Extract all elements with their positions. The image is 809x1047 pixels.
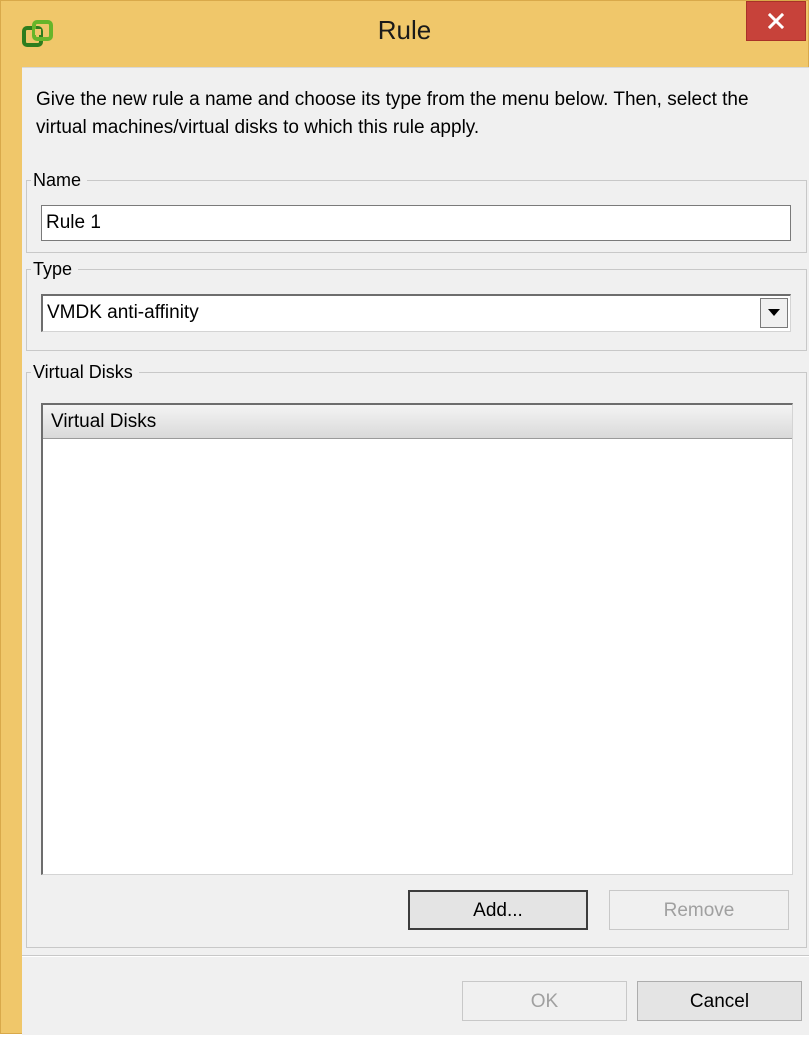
rule-type-dropdown[interactable]: VMDK anti-affinity: [41, 294, 791, 332]
dialog-body: Give the new rule a name and choose its …: [22, 67, 809, 1035]
virtual-disks-list[interactable]: Virtual Disks: [41, 403, 793, 875]
cancel-button[interactable]: Cancel: [637, 981, 802, 1021]
dropdown-arrow-button[interactable]: [760, 298, 788, 328]
dialog-description: Give the new rule a name and choose its …: [36, 89, 749, 138]
footer-separator: [22, 955, 809, 957]
close-button[interactable]: [746, 1, 806, 41]
chevron-down-icon: [768, 309, 780, 316]
name-group-label: Name: [31, 168, 88, 192]
rule-name-input[interactable]: [41, 205, 791, 241]
rule-dialog: Rule Give the new rule a name and choose…: [0, 0, 809, 1035]
virtual-disks-column-header[interactable]: Virtual Disks: [43, 405, 792, 439]
window-title: Rule: [377, 15, 432, 45]
add-disk-button[interactable]: Add...: [408, 890, 588, 930]
virtual-disks-group-label: Virtual Disks: [31, 360, 139, 384]
ok-button[interactable]: OK: [462, 981, 627, 1021]
title-bar[interactable]: Rule: [1, 1, 808, 67]
virtual-disks-group: Virtual Disks Virtual Disks Add... Remov…: [26, 360, 807, 948]
remove-disk-button[interactable]: Remove: [609, 890, 789, 930]
type-group-label: Type: [31, 257, 79, 281]
type-group: Type VMDK anti-affinity: [26, 257, 807, 351]
rule-type-selected: VMDK anti-affinity: [47, 302, 199, 323]
name-group: Name: [26, 168, 807, 253]
close-icon: [768, 13, 784, 29]
